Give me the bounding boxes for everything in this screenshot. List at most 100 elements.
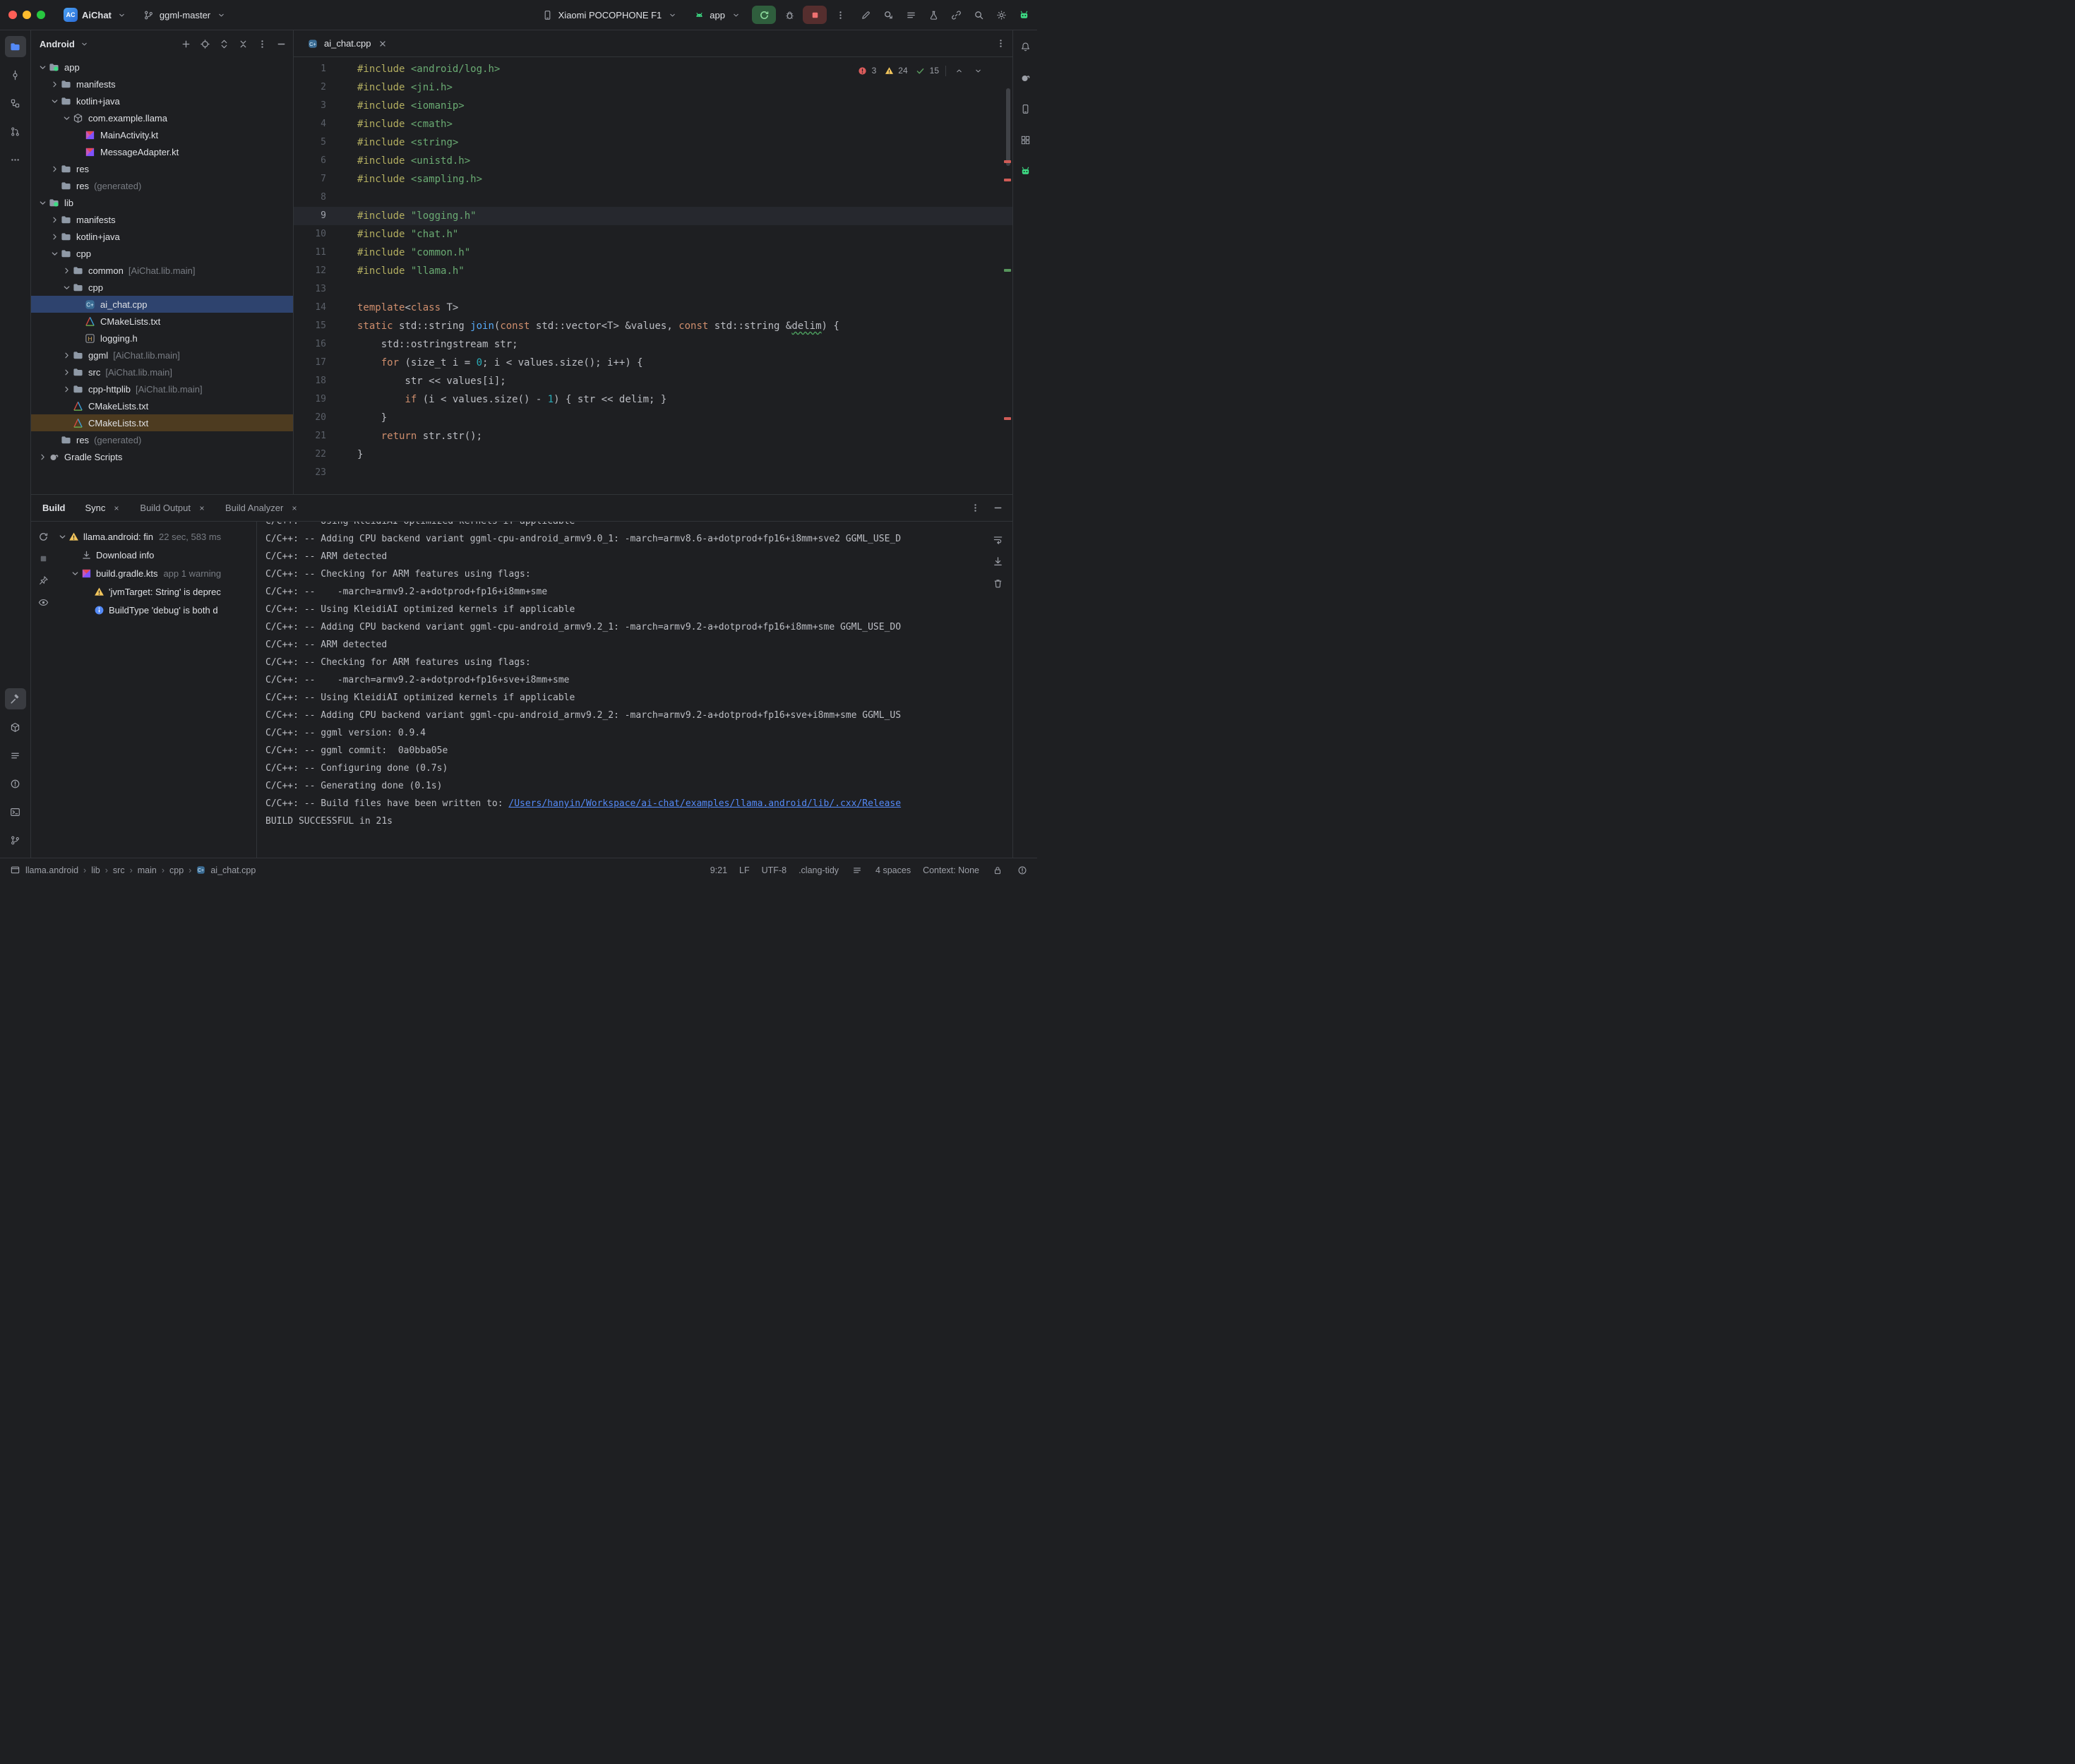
line-number[interactable]: 23 [294, 464, 326, 482]
zoom-window-button[interactable] [37, 11, 45, 19]
chevron-right-icon[interactable] [61, 366, 72, 378]
project-tree-item[interactable]: CMakeLists.txt [31, 313, 293, 330]
hide-build-panel-icon[interactable] [991, 502, 1004, 515]
more-tool-windows-icon[interactable] [5, 149, 26, 170]
project-tree-item[interactable]: ggml[AiChat.lib.main] [31, 347, 293, 364]
settings-icon[interactable] [995, 8, 1007, 21]
code-line[interactable]: 11#include "common.h" [294, 244, 1012, 262]
project-tree-item[interactable]: kotlin+java [31, 92, 293, 109]
project-tree-item[interactable]: common[AiChat.lib.main] [31, 262, 293, 279]
line-number[interactable]: 3 [294, 97, 326, 115]
code-line[interactable]: 5#include <string> [294, 133, 1012, 152]
editor-options-icon[interactable] [994, 37, 1007, 50]
chevron-down-icon[interactable] [69, 568, 80, 579]
search-everywhere-icon[interactable] [972, 8, 985, 21]
gemini-icon[interactable] [1017, 8, 1030, 21]
project-tree-item[interactable]: MainActivity.kt [31, 126, 293, 143]
code-text[interactable]: for (size_t i = 0; i < values.size(); i+… [326, 354, 643, 372]
chevron-right-icon[interactable] [61, 265, 72, 276]
ai-assistant-tool-icon[interactable] [1015, 160, 1036, 181]
code-text[interactable]: } [326, 409, 387, 427]
project-tree-item[interactable]: kotlin+java [31, 228, 293, 245]
code-text[interactable]: static std::string join(const std::vecto… [326, 317, 839, 335]
code-line[interactable]: 14template<class T> [294, 299, 1012, 317]
code-text[interactable]: #include <cmath> [326, 115, 453, 133]
close-icon[interactable] [110, 502, 123, 515]
file-encoding[interactable]: UTF-8 [762, 865, 787, 875]
cursor-position[interactable]: 9:21 [710, 865, 727, 875]
chevron-down-icon[interactable] [56, 531, 68, 542]
code-text[interactable]: #include "logging.h" [326, 207, 477, 225]
line-number[interactable]: 13 [294, 280, 326, 299]
breadcrumb-item[interactable]: main [138, 865, 157, 875]
chevron-down-icon[interactable] [49, 95, 60, 107]
project-widget[interactable]: AC AiChat [58, 5, 134, 25]
breadcrumb-item[interactable]: llama.android [25, 865, 78, 875]
build-tree-item[interactable]: BuildType 'debug' is both d [55, 601, 256, 619]
project-tree-item[interactable]: manifests [31, 211, 293, 228]
line-number[interactable]: 19 [294, 390, 326, 409]
next-problem-icon[interactable] [971, 64, 984, 77]
chevron-right-icon[interactable] [49, 231, 60, 242]
breadcrumb-item[interactable]: cpp [169, 865, 184, 875]
notifications-tool-icon[interactable] [1015, 36, 1036, 57]
line-number[interactable]: 14 [294, 299, 326, 317]
context-widget[interactable]: Context: None [923, 865, 979, 875]
code-line[interactable]: 12#include "llama.h" [294, 262, 1012, 280]
code-line[interactable]: 10#include "chat.h" [294, 225, 1012, 244]
error-count[interactable]: 3 [856, 64, 877, 77]
chevron-right-icon[interactable] [61, 383, 72, 395]
build-tree-item[interactable]: Download info [55, 546, 256, 564]
lock-icon[interactable] [991, 864, 1004, 877]
line-separator[interactable]: LF [739, 865, 750, 875]
error-stripe-mark[interactable] [1004, 160, 1011, 163]
line-number[interactable]: 16 [294, 335, 326, 354]
line-number[interactable]: 8 [294, 188, 326, 207]
code-line[interactable]: 20 } [294, 409, 1012, 427]
line-number[interactable]: 9 [294, 207, 326, 225]
inspections-widget[interactable]: 3 24 15 [852, 63, 988, 78]
code-text[interactable]: #include "llama.h" [326, 262, 465, 280]
code-text[interactable]: #include "chat.h" [326, 225, 458, 244]
code-line[interactable]: 7#include <sampling.h> [294, 170, 1012, 188]
stop-sync-icon[interactable] [37, 552, 49, 565]
chevron-down-icon[interactable] [49, 248, 60, 259]
vcs-stripe-mark[interactable] [1004, 269, 1011, 272]
run-configuration-selector[interactable]: app [687, 6, 748, 24]
tab-build-analyzer[interactable]: Build Analyzer [218, 499, 308, 517]
line-number[interactable]: 6 [294, 152, 326, 170]
chevron-right-icon[interactable] [61, 349, 72, 361]
project-view-selector[interactable]: Android [40, 39, 75, 49]
line-number[interactable]: 1 [294, 60, 326, 78]
version-control-tool-icon[interactable] [5, 829, 26, 851]
code-text[interactable]: #include "common.h" [326, 244, 470, 262]
build-tool-icon[interactable] [5, 688, 26, 709]
rerun-sync-icon[interactable] [37, 530, 49, 543]
pin-icon[interactable] [37, 574, 49, 587]
chevron-down-icon[interactable] [37, 61, 48, 73]
project-tree-item[interactable]: Gradle Scripts [31, 448, 293, 465]
project-tree-item[interactable]: res [31, 160, 293, 177]
project-tree-item[interactable]: CMakeLists.txt [31, 414, 293, 431]
device-explorer-tool-icon[interactable] [5, 716, 26, 738]
chevron-down-icon[interactable] [61, 112, 72, 124]
code-line[interactable]: 21 return str.str(); [294, 427, 1012, 445]
build-tree-item[interactable]: llama.android: fin22 sec, 583 ms [55, 527, 256, 546]
chevron-right-icon[interactable] [49, 163, 60, 174]
code-text[interactable]: return str.str(); [326, 427, 482, 445]
code-text[interactable]: #include <iomanip> [326, 97, 465, 115]
project-tree-item[interactable]: com.example.llama [31, 109, 293, 126]
project-tree-item[interactable]: Hlogging.h [31, 330, 293, 347]
scroll-to-end-icon[interactable] [991, 555, 1004, 568]
line-number[interactable]: 11 [294, 244, 326, 262]
build-tool-window-title[interactable]: Build [42, 503, 66, 513]
soft-wrap-icon[interactable] [991, 533, 1004, 546]
project-tree-item[interactable]: lib [31, 194, 293, 211]
debug-button[interactable] [783, 8, 796, 21]
minimize-window-button[interactable] [23, 11, 31, 19]
chevron-right-icon[interactable] [49, 78, 60, 90]
project-tree-item[interactable]: C+ai_chat.cpp [31, 296, 293, 313]
show-details-icon[interactable] [37, 596, 49, 608]
chevron-right-icon[interactable] [37, 451, 48, 462]
error-stripe-mark[interactable] [1004, 179, 1011, 181]
